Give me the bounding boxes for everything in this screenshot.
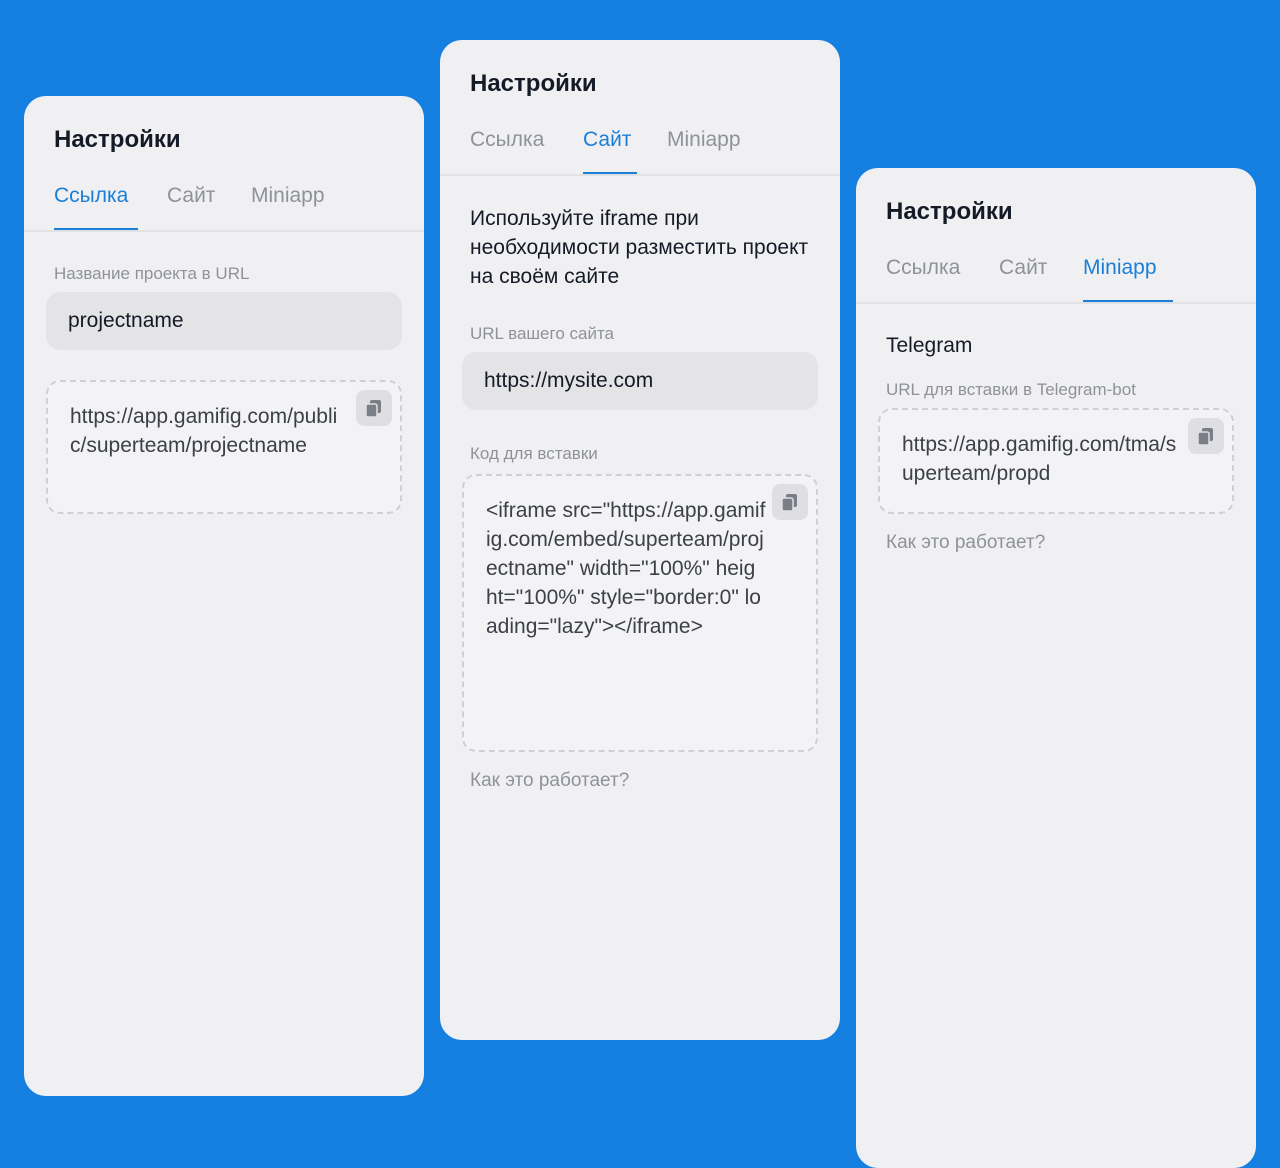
copy-button[interactable]: [356, 390, 392, 426]
tab-site[interactable]: Сайт: [999, 256, 1047, 300]
tab-bar: Ссылка Сайт Miniapp: [440, 128, 840, 176]
site-url-label: URL вашего сайта: [470, 324, 614, 343]
tab-bar: Ссылка Сайт Miniapp: [856, 256, 1256, 304]
bot-url-box: https://app.gamifig.com/tma/superteam/pr…: [878, 408, 1234, 514]
panel-title: Настройки: [886, 198, 1013, 225]
embed-code-box: <iframe src="https://app.gamifig.com/emb…: [462, 474, 818, 752]
copy-button[interactable]: [772, 484, 808, 520]
settings-panel-miniapp: Настройки Ссылка Сайт Miniapp Telegram U…: [856, 168, 1256, 1168]
bot-url-text: https://app.gamifig.com/tma/superteam/pr…: [902, 433, 1177, 485]
panel-title: Настройки: [470, 70, 597, 97]
tab-miniapp[interactable]: Miniapp: [667, 128, 741, 172]
tab-bar: Ссылка Сайт Miniapp: [24, 184, 424, 232]
panel-title: Настройки: [54, 126, 181, 153]
telegram-heading: Telegram: [886, 334, 973, 357]
tab-miniapp[interactable]: Miniapp: [1083, 256, 1173, 302]
bot-url-label: URL для вставки в Telegram-bot: [886, 380, 1136, 399]
project-name-input[interactable]: [46, 292, 402, 350]
public-url-text: https://app.gamifig.com/public/superteam…: [70, 405, 338, 457]
copy-icon: [1197, 428, 1213, 446]
embed-code-text: <iframe src="https://app.gamifig.com/emb…: [486, 499, 766, 638]
tab-link[interactable]: Ссылка: [886, 256, 960, 300]
iframe-description: Используйте iframe при необходимости раз…: [470, 207, 809, 288]
copy-icon: [365, 400, 381, 418]
project-name-label: Название проекта в URL: [54, 264, 250, 283]
settings-panel-site: Настройки Ссылка Сайт Miniapp Используйт…: [440, 40, 840, 1040]
embed-code-label: Код для вставки: [470, 444, 598, 463]
how-it-works-link[interactable]: Как это работает?: [470, 770, 629, 792]
tab-site[interactable]: Сайт: [583, 128, 637, 174]
tab-miniapp[interactable]: Miniapp: [251, 184, 325, 228]
how-it-works-link[interactable]: Как это работает?: [886, 532, 1045, 554]
public-url-box: https://app.gamifig.com/public/superteam…: [46, 380, 402, 514]
tab-link[interactable]: Ссылка: [54, 184, 138, 230]
tab-link[interactable]: Ссылка: [470, 128, 544, 172]
settings-panel-link: Настройки Ссылка Сайт Miniapp Название п…: [24, 96, 424, 1096]
copy-icon: [781, 494, 797, 512]
site-url-input[interactable]: [462, 352, 818, 410]
copy-button[interactable]: [1188, 418, 1224, 454]
tab-site[interactable]: Сайт: [167, 184, 215, 228]
